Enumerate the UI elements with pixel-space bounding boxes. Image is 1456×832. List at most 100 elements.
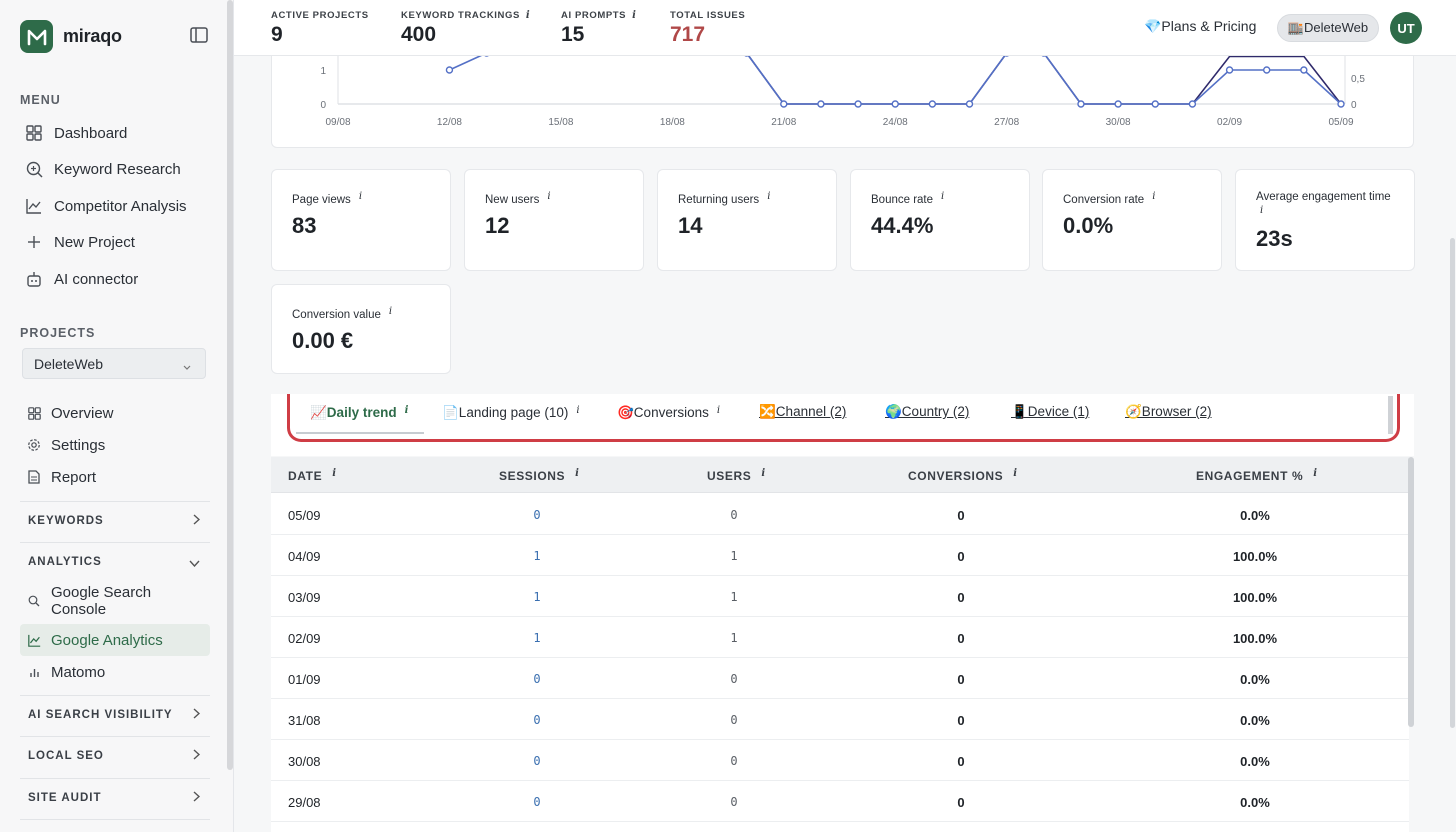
tab-device[interactable]: 📱Device (1) — [1011, 404, 1089, 420]
sidebar-item-google-search-console[interactable]: Google Search Console — [20, 583, 210, 619]
cell-conversions: 0 — [957, 508, 965, 523]
info-icon[interactable]: i — [1013, 468, 1017, 479]
sidebar-item-new-project[interactable]: New Project — [20, 226, 210, 258]
group-keywords[interactable]: KEYWORDS — [20, 501, 210, 539]
info-icon[interactable]: i — [575, 468, 579, 479]
tab-country[interactable]: 🌍Country (2) — [885, 404, 969, 420]
group-ai-search-visibility[interactable]: AI SEARCH VISIBILITY — [20, 695, 210, 733]
stat-ai-prompts: AI PROMPTS i 15 — [561, 10, 637, 47]
miraqo-logo-icon — [20, 20, 53, 53]
x-tick-label: 18/08 — [660, 117, 685, 128]
sidebar-collapse-icon[interactable] — [190, 27, 208, 43]
tab-channel[interactable]: 🔀Channel (2) — [759, 404, 846, 420]
cell-engagement: 0.0% — [1240, 795, 1270, 810]
column-header-engagement[interactable]: ENGAGEMENT % i — [1196, 468, 1317, 483]
table-scrollbar[interactable] — [1408, 457, 1414, 727]
table-row[interactable]: 01/09 0 0 0 0.0% — [271, 658, 1409, 699]
info-icon[interactable]: i — [389, 306, 392, 317]
column-header-users[interactable]: USERS i — [707, 468, 765, 483]
info-icon[interactable]: i — [1152, 191, 1155, 202]
series-point — [1225, 66, 1234, 74]
info-icon[interactable]: i — [359, 191, 362, 202]
column-header-date[interactable]: DATE i — [288, 468, 336, 483]
account-switcher-button[interactable]: 🏬DeleteWeb — [1277, 14, 1379, 42]
sidebar-item-ai-connector[interactable]: AI connector — [20, 263, 210, 295]
group-keywords-label: KEYWORDS — [28, 514, 104, 527]
project-select-value: DeleteWeb — [34, 355, 104, 372]
tabs-scrollbar[interactable] — [1388, 396, 1393, 434]
cell-users: 1 — [730, 549, 738, 563]
user-avatar[interactable]: UT — [1390, 12, 1422, 44]
series-line-1 — [449, 52, 1342, 105]
info-icon[interactable]: i — [632, 10, 636, 21]
series-point — [1151, 100, 1159, 108]
metric-label: New users i — [485, 191, 551, 206]
cell-conversions: 0 — [957, 631, 965, 646]
cell-users: 0 — [730, 713, 738, 727]
series-point — [817, 100, 825, 108]
metric-value: 12 — [485, 213, 510, 238]
brand[interactable]: miraqo — [20, 20, 122, 53]
plans-pricing-link[interactable]: 💎Plans & Pricing — [1144, 18, 1256, 35]
info-icon[interactable]: i — [332, 468, 336, 479]
group-site-audit[interactable]: SITE AUDIT — [20, 778, 210, 816]
table-row[interactable]: 29/08 0 0 0 0.0% — [271, 781, 1409, 822]
sidebar-item-keyword-research[interactable]: Keyword Research — [20, 153, 210, 185]
group-analytics[interactable]: ANALYTICS — [20, 542, 210, 580]
table-row[interactable]: 05/09 0 0 0 0.0% — [271, 494, 1409, 535]
table-row[interactable]: 04/09 1 1 0 100.0% — [271, 535, 1409, 576]
column-header-conversions[interactable]: CONVERSIONS i — [908, 468, 1017, 483]
tab-daily-trend[interactable]: 📈Daily trend i — [310, 405, 408, 421]
info-icon[interactable]: i — [405, 405, 409, 416]
cell-sessions: 1 — [533, 631, 541, 645]
tab-browser[interactable]: 🧭Browser (2) — [1125, 404, 1212, 420]
project-select[interactable]: DeleteWeb — [22, 348, 206, 379]
table-row[interactable]: 03/09 1 1 0 100.0% — [271, 576, 1409, 617]
info-icon[interactable]: i — [547, 191, 550, 202]
info-icon[interactable]: i — [1260, 205, 1263, 216]
sidebar-item-label: New Project — [54, 233, 135, 251]
info-icon[interactable]: i — [717, 405, 720, 416]
group-local-seo[interactable]: LOCAL SEO — [20, 736, 210, 774]
sidebar-scrollbar[interactable] — [227, 0, 233, 770]
series-point — [1337, 100, 1345, 108]
sidebar-item-report[interactable]: Report — [20, 465, 210, 489]
cell-engagement: 0.0% — [1240, 508, 1270, 523]
x-tick-label: 05/09 — [1328, 117, 1353, 128]
sidebar-item-matomo[interactable]: Matomo — [20, 660, 210, 684]
cell-engagement: 0.0% — [1240, 672, 1270, 687]
group-divider — [20, 819, 210, 832]
cell-conversions: 0 — [957, 795, 965, 810]
info-icon[interactable]: i — [767, 191, 770, 202]
series-point — [1077, 100, 1085, 108]
info-icon[interactable]: i — [941, 191, 944, 202]
table-row[interactable]: 02/09 1 1 0 100.0% — [271, 617, 1409, 658]
stat-total-issues[interactable]: TOTAL ISSUES 717 — [670, 10, 745, 47]
metric-value: 23s — [1256, 226, 1293, 251]
cell-users: 0 — [730, 508, 738, 522]
sidebar-item-dashboard[interactable]: Dashboard — [20, 117, 210, 149]
sidebar-item-google-analytics[interactable]: Google Analytics — [20, 624, 210, 656]
document-icon — [26, 469, 42, 485]
table-row[interactable]: 30/08 0 0 0 0.0% — [271, 740, 1409, 781]
column-header-sessions[interactable]: SESSIONS i — [499, 468, 579, 483]
info-icon[interactable]: i — [761, 468, 765, 479]
page-scrollbar[interactable] — [1450, 238, 1455, 728]
table-row[interactable]: 31/08 0 0 0 0.0% — [271, 699, 1409, 740]
cell-date: 02/09 — [288, 631, 321, 646]
info-icon[interactable]: i — [576, 405, 579, 416]
sidebar-item-settings[interactable]: Settings — [20, 433, 210, 457]
x-tick-label: 30/08 — [1106, 117, 1131, 128]
stat-label: ACTIVE PROJECTS — [271, 10, 369, 21]
metric-label: Average engagement time i — [1256, 191, 1391, 216]
tab-landing-page[interactable]: 📄Landing page (10) i — [442, 405, 580, 421]
metric-label: Page views i — [292, 191, 363, 206]
cell-users: 0 — [730, 795, 738, 809]
cell-date: 30/08 — [288, 754, 321, 769]
sidebar-item-overview[interactable]: Overview — [20, 401, 210, 425]
tab-conversions[interactable]: 🎯Conversions i — [617, 405, 720, 421]
info-icon[interactable]: i — [1313, 468, 1317, 479]
sidebar-item-competitor-analysis[interactable]: Competitor Analysis — [20, 190, 210, 222]
info-icon[interactable]: i — [526, 10, 530, 21]
series-point — [928, 100, 937, 108]
